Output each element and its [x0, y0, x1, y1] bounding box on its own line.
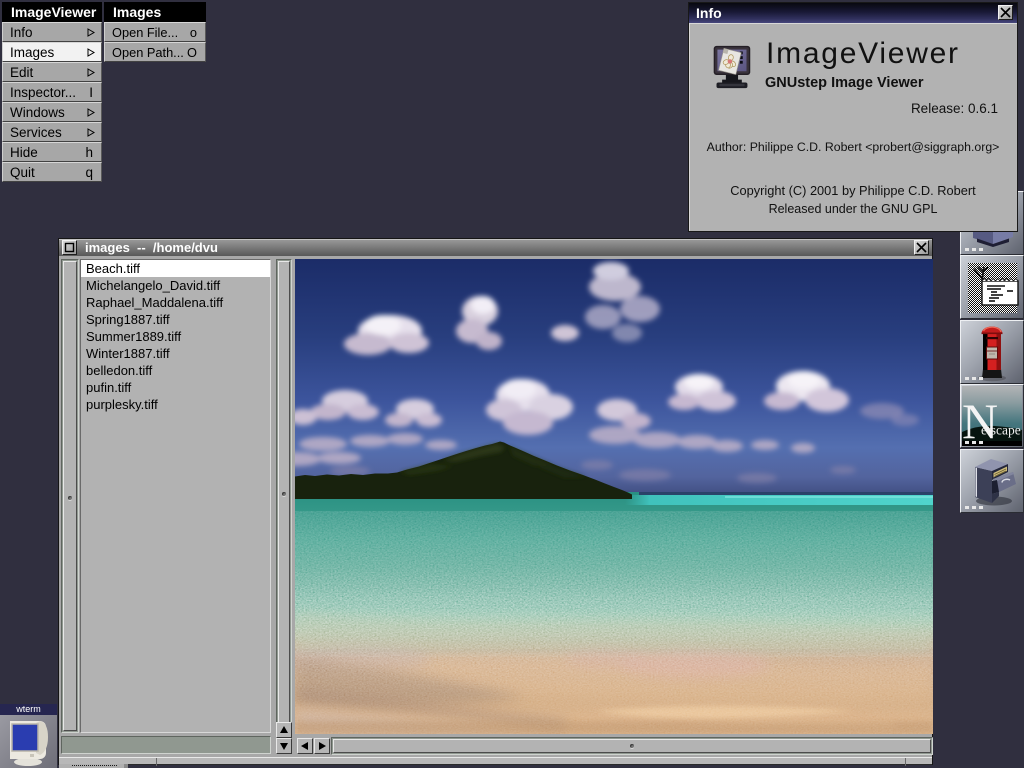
svg-text:etscape: etscape [981, 423, 1021, 438]
svg-text:N: N [962, 393, 998, 447]
